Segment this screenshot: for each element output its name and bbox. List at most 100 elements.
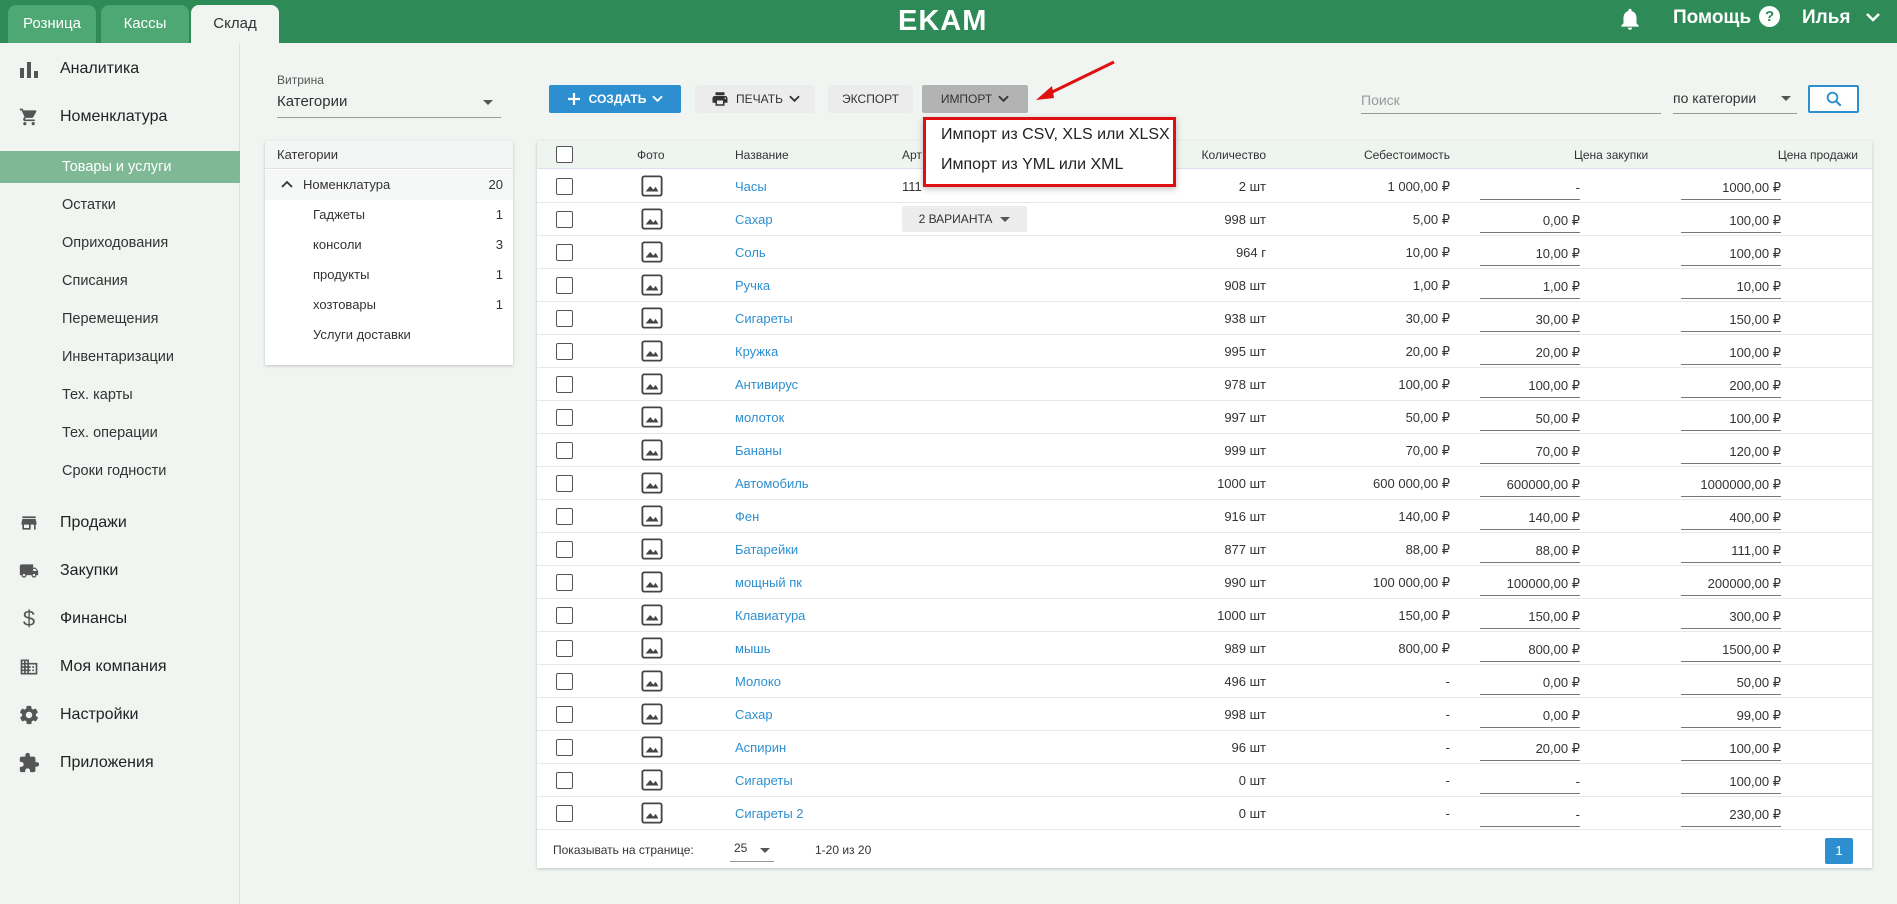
row-checkbox[interactable] xyxy=(556,211,573,228)
sidebar-item-analytics[interactable]: Аналитика xyxy=(0,49,240,89)
vitrina-select[interactable]: Категории xyxy=(277,90,501,118)
sidebar-item-stock[interactable]: Остатки xyxy=(0,189,240,221)
image-placeholder-icon[interactable] xyxy=(641,406,663,428)
import-yml-xml-option[interactable]: Импорт из YML или XML xyxy=(926,150,1173,180)
sale-price-input[interactable]: 100,00 ₽ xyxy=(1681,242,1781,266)
purchase-price-input[interactable]: - xyxy=(1480,176,1580,200)
import-csv-xls-option[interactable]: Импорт из CSV, XLS или XLSX xyxy=(926,120,1173,150)
product-name-link[interactable]: Автомобиль xyxy=(735,467,809,500)
tab-cash-registers[interactable]: Кассы xyxy=(101,5,189,43)
purchase-price-input[interactable]: 0,00 ₽ xyxy=(1480,209,1580,233)
sale-price-input[interactable]: 111,00 ₽ xyxy=(1681,539,1781,563)
row-checkbox[interactable] xyxy=(556,277,573,294)
image-placeholder-icon[interactable] xyxy=(641,175,663,197)
image-placeholder-icon[interactable] xyxy=(641,373,663,395)
sidebar-item-tech-cards[interactable]: Тех. карты xyxy=(0,379,240,411)
sale-price-input[interactable]: 50,00 ₽ xyxy=(1681,671,1781,695)
image-placeholder-icon[interactable] xyxy=(641,703,663,725)
print-button[interactable]: ПЕЧАТЬ xyxy=(695,85,815,113)
row-checkbox[interactable] xyxy=(556,607,573,624)
category-root[interactable]: Номенклатура 20 xyxy=(265,170,513,200)
help-button[interactable]: Помощь? xyxy=(1673,0,1781,36)
image-placeholder-icon[interactable] xyxy=(641,241,663,263)
category-item[interactable]: продукты 1 xyxy=(265,260,513,290)
purchase-price-input[interactable]: 30,00 ₽ xyxy=(1480,308,1580,332)
search-button[interactable] xyxy=(1808,85,1859,113)
category-item[interactable]: Гаджеты 1 xyxy=(265,200,513,230)
sale-price-input[interactable]: 150,00 ₽ xyxy=(1681,308,1781,332)
image-placeholder-icon[interactable] xyxy=(641,274,663,296)
product-name-link[interactable]: Аспирин xyxy=(735,731,786,764)
row-checkbox[interactable] xyxy=(556,310,573,327)
row-checkbox[interactable] xyxy=(556,739,573,756)
sale-price-input[interactable]: 1000,00 ₽ xyxy=(1681,176,1781,200)
image-placeholder-icon[interactable] xyxy=(641,505,663,527)
sidebar-item-transfers[interactable]: Перемещения xyxy=(0,303,240,335)
sidebar-item-purchases[interactable]: Закупки xyxy=(0,551,240,591)
sale-price-input[interactable]: 400,00 ₽ xyxy=(1681,506,1781,530)
sale-price-input[interactable]: 99,00 ₽ xyxy=(1681,704,1781,728)
purchase-price-input[interactable]: 70,00 ₽ xyxy=(1480,440,1580,464)
sale-price-input[interactable]: 100,00 ₽ xyxy=(1681,209,1781,233)
row-checkbox[interactable] xyxy=(556,574,573,591)
user-menu[interactable]: Илья xyxy=(1802,0,1880,36)
product-name-link[interactable]: Ручка xyxy=(735,269,770,302)
sale-price-input[interactable]: 10,00 ₽ xyxy=(1681,275,1781,299)
tab-warehouse[interactable]: Склад xyxy=(191,5,279,43)
image-placeholder-icon[interactable] xyxy=(641,769,663,791)
export-button[interactable]: ЭКСПОРТ xyxy=(828,85,913,113)
header-cost[interactable]: Себестоимость xyxy=(1364,141,1460,169)
row-checkbox[interactable] xyxy=(556,343,573,360)
product-name-link[interactable]: Клавиатура xyxy=(735,599,805,632)
product-name-link[interactable]: Молоко xyxy=(735,665,781,698)
sale-price-input[interactable]: 200,00 ₽ xyxy=(1681,374,1781,398)
product-name-link[interactable]: Антивирус xyxy=(735,368,798,401)
select-all-checkbox[interactable] xyxy=(556,146,573,163)
page-button[interactable]: 1 xyxy=(1825,838,1853,864)
search-input[interactable] xyxy=(1361,86,1661,114)
row-checkbox[interactable] xyxy=(556,673,573,690)
sidebar-item-apps[interactable]: Приложения xyxy=(0,743,240,783)
row-checkbox[interactable] xyxy=(556,409,573,426)
sale-price-input[interactable]: 300,00 ₽ xyxy=(1681,605,1781,629)
sidebar-item-sales[interactable]: Продажи xyxy=(0,503,240,543)
sale-price-input[interactable]: 100,00 ₽ xyxy=(1681,407,1781,431)
image-placeholder-icon[interactable] xyxy=(641,736,663,758)
purchase-price-input[interactable]: 10,00 ₽ xyxy=(1480,242,1580,266)
purchase-price-input[interactable]: 140,00 ₽ xyxy=(1480,506,1580,530)
purchase-price-input[interactable]: - xyxy=(1480,803,1580,827)
row-checkbox[interactable] xyxy=(556,442,573,459)
purchase-price-input[interactable]: 1,00 ₽ xyxy=(1480,275,1580,299)
product-name-link[interactable]: мышь xyxy=(735,632,770,665)
row-checkbox[interactable] xyxy=(556,376,573,393)
product-name-link[interactable]: Сахар xyxy=(735,698,773,731)
sidebar-item-finance[interactable]: $ Финансы xyxy=(0,599,240,639)
category-item[interactable]: хозтовары 1 xyxy=(265,290,513,320)
chevron-up-icon[interactable] xyxy=(281,180,293,188)
row-checkbox[interactable] xyxy=(556,244,573,261)
sale-price-input[interactable]: 100,00 ₽ xyxy=(1681,737,1781,761)
row-checkbox[interactable] xyxy=(556,178,573,195)
header-purchase-price[interactable]: Цена закупки xyxy=(1574,141,1648,169)
product-name-link[interactable]: Сигареты 2 xyxy=(735,797,804,830)
header-sale-price[interactable]: Цена продажи xyxy=(1778,141,1858,169)
sale-price-input[interactable]: 100,00 ₽ xyxy=(1681,770,1781,794)
purchase-price-input[interactable]: 150,00 ₽ xyxy=(1480,605,1580,629)
image-placeholder-icon[interactable] xyxy=(641,670,663,692)
sale-price-input[interactable]: 100,00 ₽ xyxy=(1681,341,1781,365)
sidebar-item-my-company[interactable]: Моя компания xyxy=(0,647,240,687)
header-name[interactable]: Название xyxy=(735,141,789,169)
header-quantity[interactable]: Количество xyxy=(1202,141,1266,169)
purchase-price-input[interactable]: 0,00 ₽ xyxy=(1480,671,1580,695)
header-article[interactable]: Арт xyxy=(902,141,922,169)
row-checkbox[interactable] xyxy=(556,805,573,822)
row-checkbox[interactable] xyxy=(556,541,573,558)
sidebar-item-receipts[interactable]: Оприходования xyxy=(0,227,240,259)
product-name-link[interactable]: Сигареты xyxy=(735,764,793,797)
image-placeholder-icon[interactable] xyxy=(641,439,663,461)
purchase-price-input[interactable]: 20,00 ₽ xyxy=(1480,341,1580,365)
row-checkbox[interactable] xyxy=(556,706,573,723)
sale-price-input[interactable]: 1000000,00 ₽ xyxy=(1681,473,1781,497)
product-name-link[interactable]: мощный пк xyxy=(735,566,802,599)
purchase-price-input[interactable]: 600000,00 ₽ xyxy=(1480,473,1580,497)
